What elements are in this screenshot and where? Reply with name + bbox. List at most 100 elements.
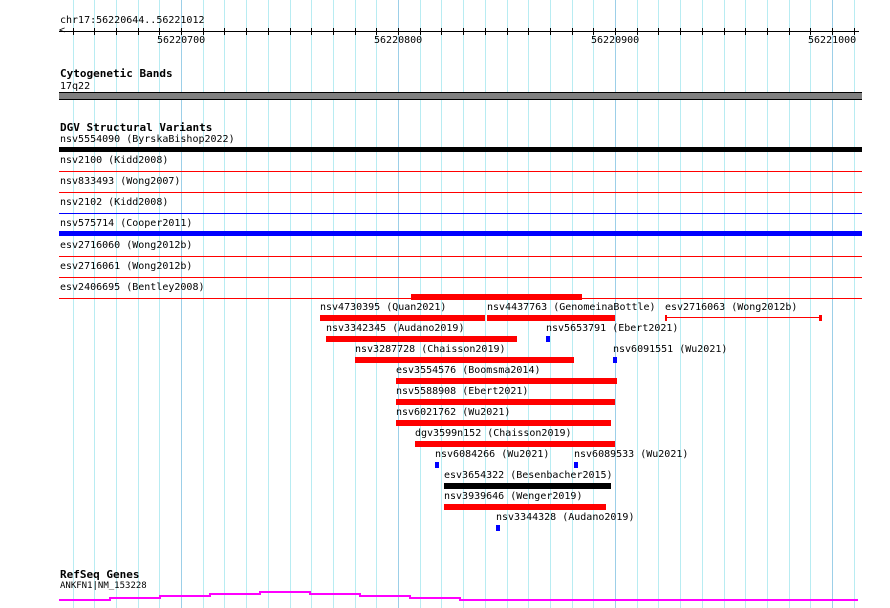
refseq-gene-line[interactable] [0,590,890,608]
sv-feature-bar[interactable] [395,420,611,426]
sv-feature-label[interactable]: esv3554576 (Boomsma2014) [396,365,541,376]
ruler-tick [637,28,638,35]
sv-feature-bar[interactable] [434,462,439,468]
sv-feature-label[interactable]: dgv3599n152 (Chaisson2019) [415,428,572,439]
ruler-tick [290,28,291,35]
sv-row-bar[interactable] [59,213,862,215]
ruler-tick [181,28,182,35]
sv-feature-bar[interactable] [395,399,615,405]
sv-row-bar[interactable] [59,147,862,152]
ruler-tick [441,28,442,35]
ruler-tick [203,28,204,35]
sv-row-label[interactable]: nsv2100 (Kidd2008) [60,155,168,166]
ruler-tick [593,28,594,35]
sv-row-bar[interactable] [59,192,862,194]
sv-feature-cap [664,315,667,321]
ruler-tick [767,28,768,35]
ruler-tick-label: 56220900 [591,35,640,46]
ruler-tick [745,28,746,35]
ruler-tick [854,28,855,35]
sv-row-label[interactable]: esv2406695 (Bentley2008) [60,282,205,293]
sv-row-bar[interactable] [59,255,862,257]
sv-feature-label[interactable]: nsv4730395 (Quan2021) [320,302,446,313]
sv-feature-bar[interactable] [443,483,611,489]
ruler-tick [398,28,399,35]
refseq-track-title[interactable]: RefSeq Genes [60,568,139,581]
ruler-location: chr17:56220644..56221012 [60,15,205,26]
ruler-tick [159,28,160,35]
sv-feature-bar[interactable] [395,378,618,384]
sv-row-bar[interactable] [59,276,862,278]
sv-feature-label[interactable]: nsv3342345 (Audano2019) [326,323,464,334]
sv-feature-label[interactable]: nsv5588908 (Ebert2021) [396,386,528,397]
ruler-tick-label: 56221000 [808,35,857,46]
cytoband-bar[interactable] [59,92,862,100]
sv-feature-label[interactable]: nsv6091551 (Wu2021) [613,344,727,355]
ruler-tick [680,28,681,35]
sv-feature-label[interactable]: nsv3344328 (Audano2019) [496,512,634,523]
sv-feature-label[interactable]: esv3654322 (Besenbacher2015) [444,470,613,481]
sv-feature-bar[interactable] [664,317,822,318]
ruler-tick [268,28,269,35]
sv-feature-bar[interactable] [354,357,574,363]
sv-row-label[interactable]: esv2716060 (Wong2012b) [60,240,192,251]
sv-row-label[interactable]: esv2716061 (Wong2012b) [60,261,192,272]
ruler-tick [485,28,486,35]
ruler-tick [572,28,573,35]
sv-feature-label[interactable]: nsv6084266 (Wu2021) [435,449,549,460]
sv-feature-bar[interactable] [486,315,615,321]
ruler-tick [311,28,312,35]
ruler-tick [702,28,703,35]
ruler-tick [615,28,616,35]
sv-row-label[interactable]: nsv575714 (Cooper2011) [60,218,192,229]
sv-feature-bar[interactable] [319,315,485,321]
ruler-tick [463,28,464,35]
ruler-tick [94,28,95,35]
ruler-tick [810,28,811,35]
ruler-tick [832,28,833,35]
sv-feature-label[interactable]: nsv6021762 (Wu2021) [396,407,510,418]
ruler-tick [420,28,421,35]
sv-feature-label[interactable]: nsv6089533 (Wu2021) [574,449,688,460]
ruler-tick [376,28,377,35]
sv-feature-bar[interactable] [326,336,518,342]
sv-feature-label[interactable]: nsv5653791 (Ebert2021) [546,323,678,334]
sv-feature-bar[interactable] [612,357,618,363]
ruler-left-arrow-icon: < [59,25,66,36]
ruler-tick [724,28,725,35]
dgv-track-title[interactable]: DGV Structural Variants [60,121,212,134]
ruler-tick [224,28,225,35]
ruler-tick [73,28,74,35]
cytoband-track-title[interactable]: Cytogenetic Bands [60,67,173,80]
sv-feature-bar[interactable] [415,441,615,447]
ruler-tick [138,28,139,35]
sv-feature-bar[interactable] [573,462,579,468]
sv-feature-cap [819,315,823,321]
genome-browser-view[interactable]: chr17:56220644..56221012 < 56220700 56220… [0,0,890,608]
sv-feature-label[interactable]: nsv3939646 (Wenger2019) [444,491,582,502]
sv-feature-label[interactable]: esv2716063 (Wong2012b) [665,302,797,313]
sv-feature-bar[interactable] [495,525,500,531]
ruler-tick [246,28,247,35]
sv-row-label[interactable]: nsv2102 (Kidd2008) [60,197,168,208]
sv-feature-label[interactable]: nsv3287728 (Chaisson2019) [355,344,506,355]
ruler-tick-label: 56220800 [374,35,423,46]
sv-row-label[interactable]: nsv833493 (Wong2007) [60,176,180,187]
sv-row-bar[interactable] [59,171,862,173]
sv-feature-label[interactable]: nsv4437763 (GenomeinaBottle) [487,302,656,313]
cytoband-label: 17q22 [60,81,91,92]
sv-feature-bar[interactable] [545,336,550,342]
sv-row-bar[interactable] [59,231,862,237]
ruler-tick [333,28,334,35]
sv-row-label[interactable]: nsv5554090 (ByrskaBishop2022) [60,134,235,145]
ruler-tick [789,28,790,35]
ruler-tick-label: 56220700 [157,35,206,46]
sv-feature-bar[interactable] [411,294,583,300]
ruler-tick [528,28,529,35]
ruler-tick [658,28,659,35]
ruler-tick [550,28,551,35]
ruler-tick [116,28,117,35]
sv-feature-bar[interactable] [443,504,607,510]
ruler-axis[interactable] [59,31,859,32]
ruler-tick [507,28,508,35]
